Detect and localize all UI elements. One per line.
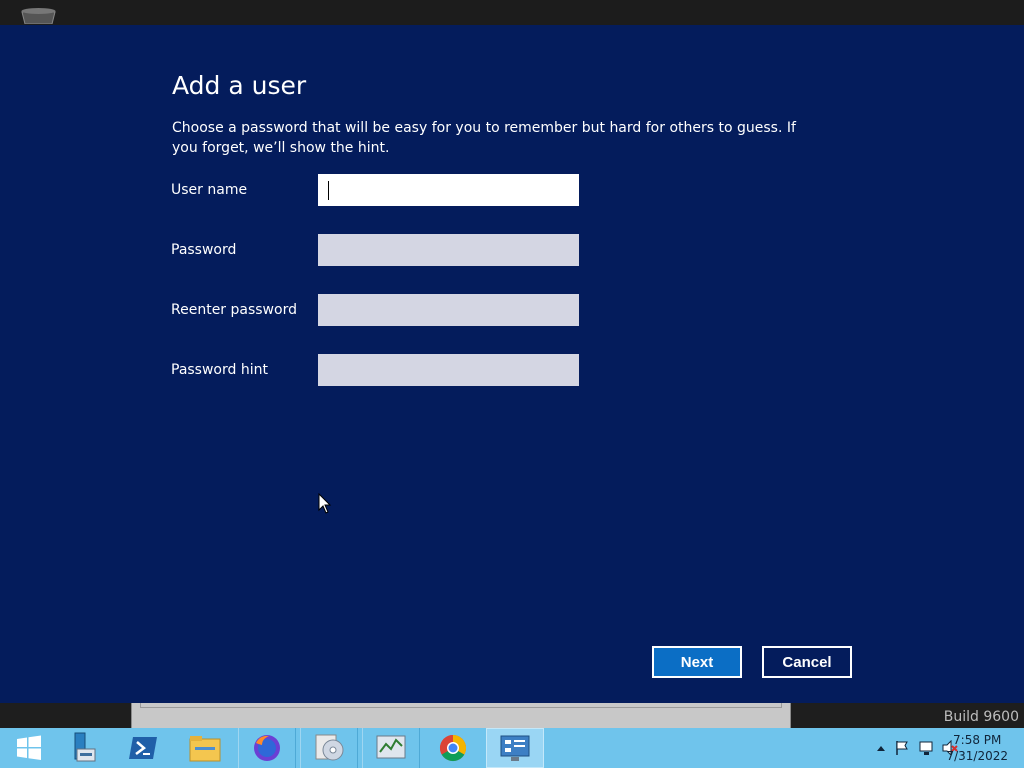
system-tray: 7:58 PM 7/31/2022	[844, 728, 1024, 768]
performance-monitor-icon	[376, 735, 406, 759]
taskbar-disc-burner[interactable]	[300, 728, 358, 768]
server-manager-icon	[74, 732, 96, 762]
next-button[interactable]: Next	[652, 646, 742, 678]
taskbar-file-explorer[interactable]	[176, 728, 234, 768]
file-explorer-icon	[189, 736, 221, 762]
taskbar-powershell[interactable]	[114, 728, 172, 768]
reenter-password-label: Reenter password	[171, 302, 297, 318]
clock-date: 7/31/2022	[946, 749, 1008, 763]
firefox-icon	[254, 735, 280, 761]
password-hint-input[interactable]	[318, 354, 579, 386]
taskbar: 7:58 PM 7/31/2022	[0, 728, 1024, 768]
user-name-label: User name	[171, 182, 248, 198]
recycle-bin-icon[interactable]	[20, 6, 57, 24]
disc-burner-icon	[315, 734, 344, 761]
text-caret	[328, 181, 329, 200]
taskbar-chrome[interactable]	[424, 728, 482, 768]
taskbar-firefox[interactable]	[238, 728, 296, 768]
chrome-icon	[439, 734, 467, 762]
clock-time: 7:58 PM	[953, 733, 1002, 747]
page-title: Add a user	[172, 71, 307, 100]
reenter-password-input[interactable]	[318, 294, 579, 326]
taskbar-control-panel[interactable]	[486, 728, 544, 768]
password-hint-label: Password hint	[171, 362, 268, 378]
desktop-background	[0, 0, 1024, 25]
taskbar-server-manager[interactable]	[52, 728, 110, 768]
show-hidden-icons-icon[interactable]	[876, 744, 886, 752]
taskbar-performance-monitor[interactable]	[362, 728, 420, 768]
powershell-icon	[129, 737, 157, 759]
start-button[interactable]	[0, 728, 58, 768]
background-window	[131, 703, 791, 728]
mouse-pointer-icon	[318, 493, 332, 514]
cancel-button[interactable]: Cancel	[762, 646, 852, 678]
password-label: Password	[171, 242, 237, 258]
network-icon[interactable]	[918, 740, 936, 756]
start-icon	[17, 735, 41, 760]
build-watermark: Build 9600	[943, 709, 1019, 725]
page-description: Choose a password that will be easy for …	[172, 120, 796, 156]
user-name-input[interactable]	[318, 174, 579, 206]
clock[interactable]: 7:58 PM 7/31/2022	[946, 732, 1008, 764]
control-panel-icon	[500, 735, 530, 761]
password-input[interactable]	[318, 234, 579, 266]
action-center-flag-icon[interactable]	[894, 740, 910, 756]
